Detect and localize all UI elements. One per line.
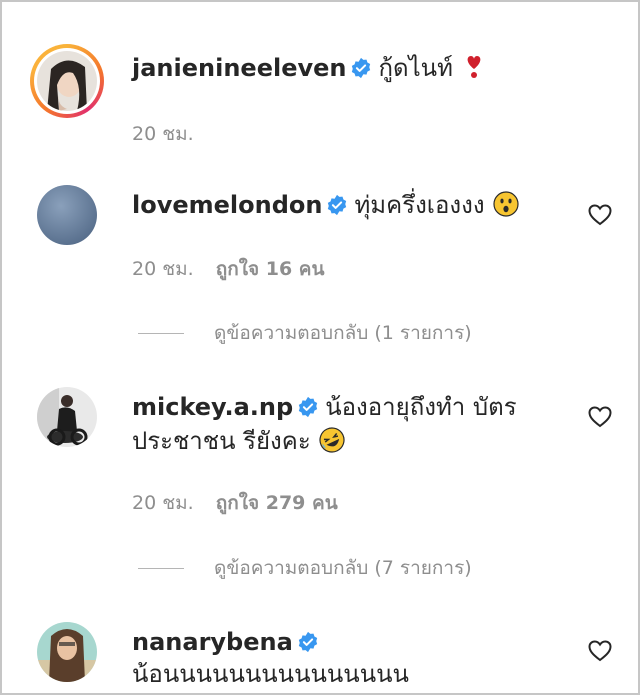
comment-text-row: janienineeleven กู้ดไนท์ [132,52,572,85]
username-link[interactable]: nanarybena [132,628,293,656]
verified-badge-icon [328,194,347,216]
comment-text-line2: ประชาชน รียังคะ [132,427,311,455]
comment-text: น้องอายุถึงทำ บัตร [325,393,517,421]
comment-text-row-2: ประชาชน รียังคะ [132,425,572,458]
verified-badge-icon [352,57,371,79]
comment-text-row-2: น้อนนนนนนนนนนนนนนน [132,658,572,691]
view-replies-label: ดูข้อความตอบกลับ (1 รายการ) [214,322,472,344]
rolling-laughing-face-icon [319,427,345,453]
username-link[interactable]: lovemelondon [132,191,322,219]
replies-divider [138,332,184,334]
avatar-photo-icon [37,51,97,111]
likes-count-link[interactable]: ถูกใจ 16 คน [216,258,325,280]
avatar[interactable] [37,622,97,682]
verified-badge-icon [298,631,317,653]
avatar-story-ring[interactable] [30,44,104,118]
view-replies-label: ดูข้อความตอบกลับ (7 รายการ) [214,557,472,579]
view-replies-button[interactable]: ดูข้อความตอบกลับ (7 รายการ) [138,553,472,583]
avatar [37,51,97,111]
likes-count-link[interactable]: ถูกใจ 279 คน [216,492,338,514]
comment-text: น้อนนนนนนนนนนนนนนน [132,660,409,688]
avatar[interactable] [37,185,97,245]
comment-text-row: nanarybena [132,626,572,659]
comment-text: กู้ดไนท์ [378,54,453,82]
avatar-photo-icon [37,185,97,245]
avatar[interactable] [37,387,97,447]
comment-timestamp: 20 ชม. [132,492,194,514]
heart-exclamation-icon [467,56,481,78]
comment-timestamp: 20 ชม. [132,258,194,280]
replies-divider [138,567,184,569]
surprised-face-icon [492,191,519,217]
like-heart-icon[interactable] [588,640,612,662]
comment-meta: 20 ชม. ถูกใจ 16 คน [132,254,324,284]
verified-badge-icon [299,396,318,418]
avatar-photo-icon [37,622,97,682]
comment-timestamp: 20 ชม. [132,123,194,145]
username-link[interactable]: janienineeleven [132,54,346,82]
username-link[interactable]: mickey.a.np [132,393,293,421]
comment-meta: 20 ชม. [132,119,194,149]
avatar-photo-icon [37,387,97,447]
view-replies-button[interactable]: ดูข้อความตอบกลับ (1 รายการ) [138,318,472,348]
comment-text: ทุ่มครึ่งเองงง [354,191,485,219]
comment-text-row: lovemelondon ทุ่มครึ่งเองงง [132,189,572,222]
comment-meta: 20 ชม. ถูกใจ 279 คน [132,488,338,518]
comment-text-row: mickey.a.np น้องอายุถึงทำ บัตร [132,391,572,424]
comments-panel: janienineeleven กู้ดไนท์ 20 ชม. lovemelon… [0,0,640,695]
like-heart-icon[interactable] [588,204,612,226]
like-heart-icon[interactable] [588,406,612,428]
